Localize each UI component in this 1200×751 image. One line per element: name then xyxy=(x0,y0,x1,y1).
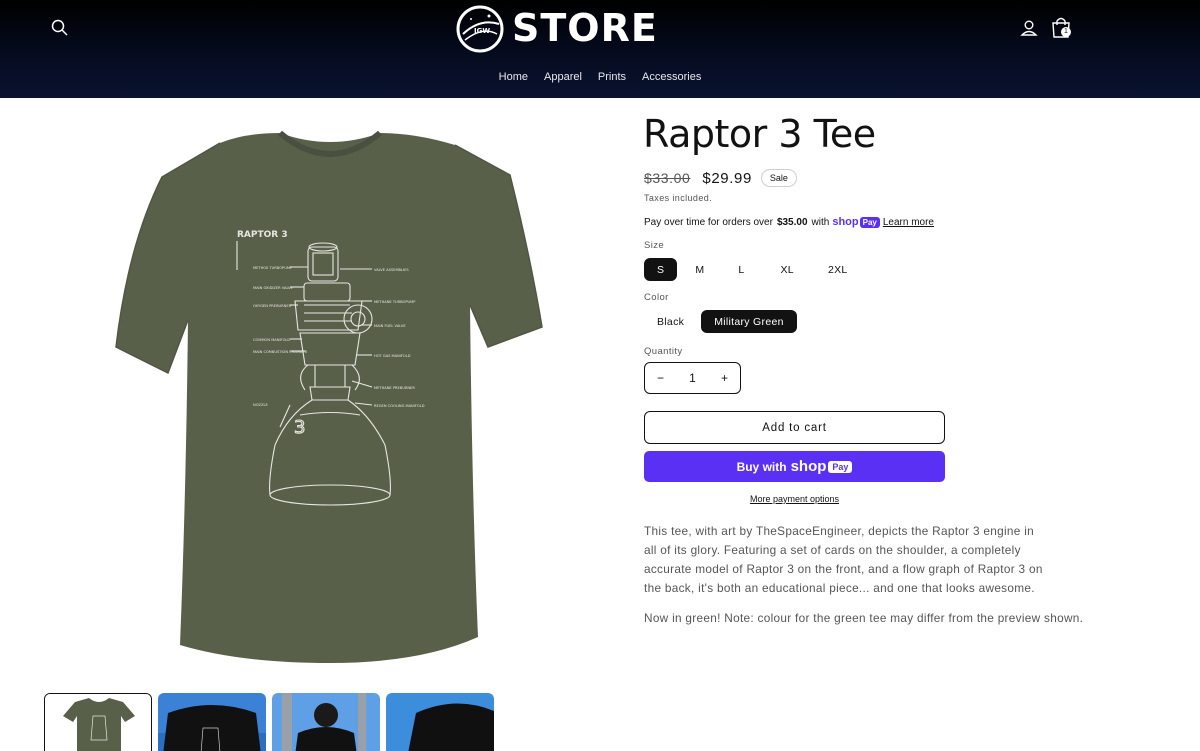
add-to-cart-button[interactable]: Add to cart xyxy=(644,411,945,444)
learn-more-link[interactable]: Learn more xyxy=(883,217,934,228)
nav-prints[interactable]: Prints xyxy=(598,71,626,87)
quantity-stepper: − 1 + xyxy=(644,362,741,394)
shoppay-logo-icon: shop Pay xyxy=(832,216,880,228)
product-title: Raptor 3 Tee xyxy=(643,112,876,156)
thumbnail-1[interactable] xyxy=(44,693,152,751)
svg-text:MAIN COMBUSTION CHAMBER: MAIN COMBUSTION CHAMBER xyxy=(253,350,308,354)
quantity-increase-button[interactable]: + xyxy=(721,371,728,385)
size-option-xl[interactable]: XL xyxy=(765,258,810,281)
price-row: $33.00 $29.99 Sale xyxy=(644,169,797,187)
color-option-black[interactable]: Black xyxy=(644,310,697,333)
thumbnail-4[interactable] xyxy=(386,693,494,751)
installments-with: with xyxy=(811,216,830,228)
product-description: This tee, with art by TheSpaceEngineer, … xyxy=(644,522,1083,639)
thumbnail-2[interactable] xyxy=(158,693,266,751)
description-paragraph-2: Now in green! Note: colour for the green… xyxy=(644,611,1084,625)
account-icon[interactable] xyxy=(1019,18,1039,38)
svg-text:COMMON MANIFOLD: COMMON MANIFOLD xyxy=(253,338,290,342)
tshirt-body xyxy=(116,133,542,663)
search-icon[interactable] xyxy=(50,18,70,38)
nav-home[interactable]: Home xyxy=(499,71,528,87)
quantity-label: Quantity xyxy=(644,346,683,357)
size-option-l[interactable]: L xyxy=(722,258,760,281)
taxes-note: Taxes included. xyxy=(644,193,713,203)
more-payment-options-link[interactable]: More payment options xyxy=(644,494,945,504)
svg-text:METHANE PREBURNER: METHANE PREBURNER xyxy=(374,386,415,390)
size-option-2xl[interactable]: 2XL xyxy=(814,258,862,281)
svg-text:IGW: IGW xyxy=(474,27,490,35)
thumbnail-strip xyxy=(44,693,494,751)
color-option-military-green[interactable]: Military Green xyxy=(701,310,797,333)
cart-count-badge: 1 xyxy=(1061,27,1071,37)
size-option-m[interactable]: M xyxy=(681,258,718,281)
description-paragraph-1: This tee, with art by TheSpaceEngineer, … xyxy=(644,524,1043,595)
svg-text:VALVE ASSEMBLIES: VALVE ASSEMBLIES xyxy=(374,268,409,272)
site-header: IGW STORE 1 Home Apparel Prints Accessor… xyxy=(0,0,1200,98)
installments-amount: $35.00 xyxy=(776,216,808,228)
regular-price: $33.00 xyxy=(644,170,691,186)
size-label: Size xyxy=(644,240,665,251)
size-selector: S M L XL 2XL xyxy=(644,258,862,281)
svg-text:MAIN FUEL VALVE: MAIN FUEL VALVE xyxy=(374,324,406,328)
shoppay-shop-text: shop xyxy=(790,458,827,475)
color-selector: Black Military Green xyxy=(644,310,797,333)
svg-text:HOT GAS MANIFOLD: HOT GAS MANIFOLD xyxy=(374,354,411,358)
thumbnail-3[interactable] xyxy=(272,693,380,751)
svg-text:METHOX TURBOPUMP: METHOX TURBOPUMP xyxy=(253,266,293,270)
svg-text:REGEN COOLING MANIFOLD: REGEN COOLING MANIFOLD xyxy=(374,404,425,408)
buy-with-shoppay-button[interactable]: Buy with shop Pay xyxy=(644,451,945,482)
nav-accessories[interactable]: Accessories xyxy=(642,71,701,87)
buy-with-label: Buy with xyxy=(736,459,787,474)
store-logo-text[interactable]: STORE xyxy=(512,6,658,50)
svg-text:METHANE TURBOPUMP: METHANE TURBOPUMP xyxy=(374,300,416,304)
quantity-input[interactable]: 1 xyxy=(689,371,696,385)
svg-text:3: 3 xyxy=(294,417,305,438)
svg-text:RAPTOR 3: RAPTOR 3 xyxy=(237,230,288,240)
size-option-s[interactable]: S xyxy=(644,258,678,281)
color-label: Color xyxy=(644,292,669,303)
installments-text: Pay over time for orders over xyxy=(644,216,773,228)
main-nav: Home Apparel Prints Accessories xyxy=(0,71,1200,87)
sale-price: $29.99 xyxy=(702,169,752,187)
svg-text:NOZZLE: NOZZLE xyxy=(253,403,268,407)
nav-apparel[interactable]: Apparel xyxy=(544,71,582,87)
product-main-image[interactable]: RAPTOR 3 3 METHOX TURBOPUMP MAIN OXIDIZE… xyxy=(100,115,560,675)
svg-text:MAIN OXIDIZER VALVE: MAIN OXIDIZER VALVE xyxy=(253,286,294,290)
sale-badge: Sale xyxy=(760,169,797,187)
installments-banner: Pay over time for orders over $35.00 wit… xyxy=(644,216,934,228)
shoppay-pay-badge: Pay xyxy=(828,460,853,473)
quantity-decrease-button[interactable]: − xyxy=(657,371,664,385)
svg-text:OXYGEN PREBURNER: OXYGEN PREBURNER xyxy=(253,304,292,308)
